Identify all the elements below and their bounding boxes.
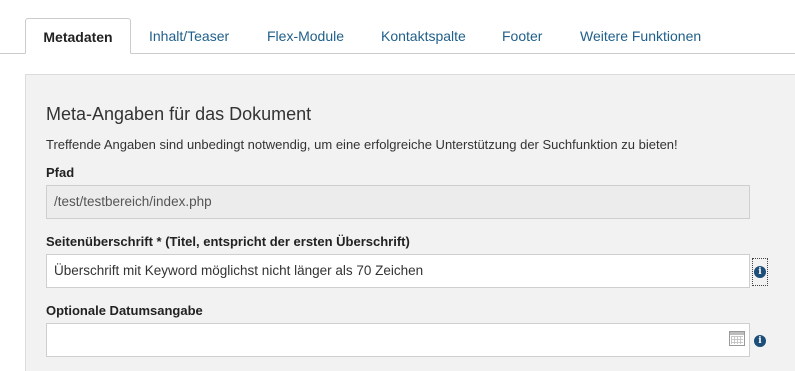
- seitenueberschrift-label: Seitenüberschrift * (Titel, entspricht d…: [46, 234, 410, 249]
- tab-bar: Metadaten Inhalt/Teaser Flex-Module Kont…: [0, 0, 795, 54]
- tab-weitere-funktionen[interactable]: Weitere Funktionen: [580, 18, 701, 54]
- tab-flex-module[interactable]: Flex-Module: [267, 18, 344, 54]
- tab-metadaten[interactable]: Metadaten: [25, 18, 131, 54]
- section-description: Treffende Angaben sind unbedingt notwend…: [46, 137, 678, 152]
- calendar-icon[interactable]: [729, 331, 745, 346]
- section-title: Meta-Angaben für das Dokument: [46, 104, 312, 124]
- tab-inhalt-teaser[interactable]: Inhalt/Teaser: [149, 18, 229, 54]
- calendar-icon-grid: [731, 336, 743, 344]
- seitenueberschrift-input[interactable]: Überschrift mit Keyword möglichst nicht …: [46, 254, 750, 288]
- info-icon[interactable]: i: [754, 266, 766, 278]
- calendar-icon-header: [730, 332, 744, 335]
- tab-kontaktspalte[interactable]: Kontaktspalte: [381, 18, 466, 54]
- datum-label: Optionale Datumsangabe: [46, 303, 203, 318]
- datum-input[interactable]: [46, 323, 750, 357]
- pfad-label: Pfad: [46, 165, 75, 180]
- pfad-field: /test/testbereich/index.php: [46, 185, 750, 219]
- tab-footer[interactable]: Footer: [502, 18, 542, 54]
- info-icon[interactable]: i: [754, 335, 766, 347]
